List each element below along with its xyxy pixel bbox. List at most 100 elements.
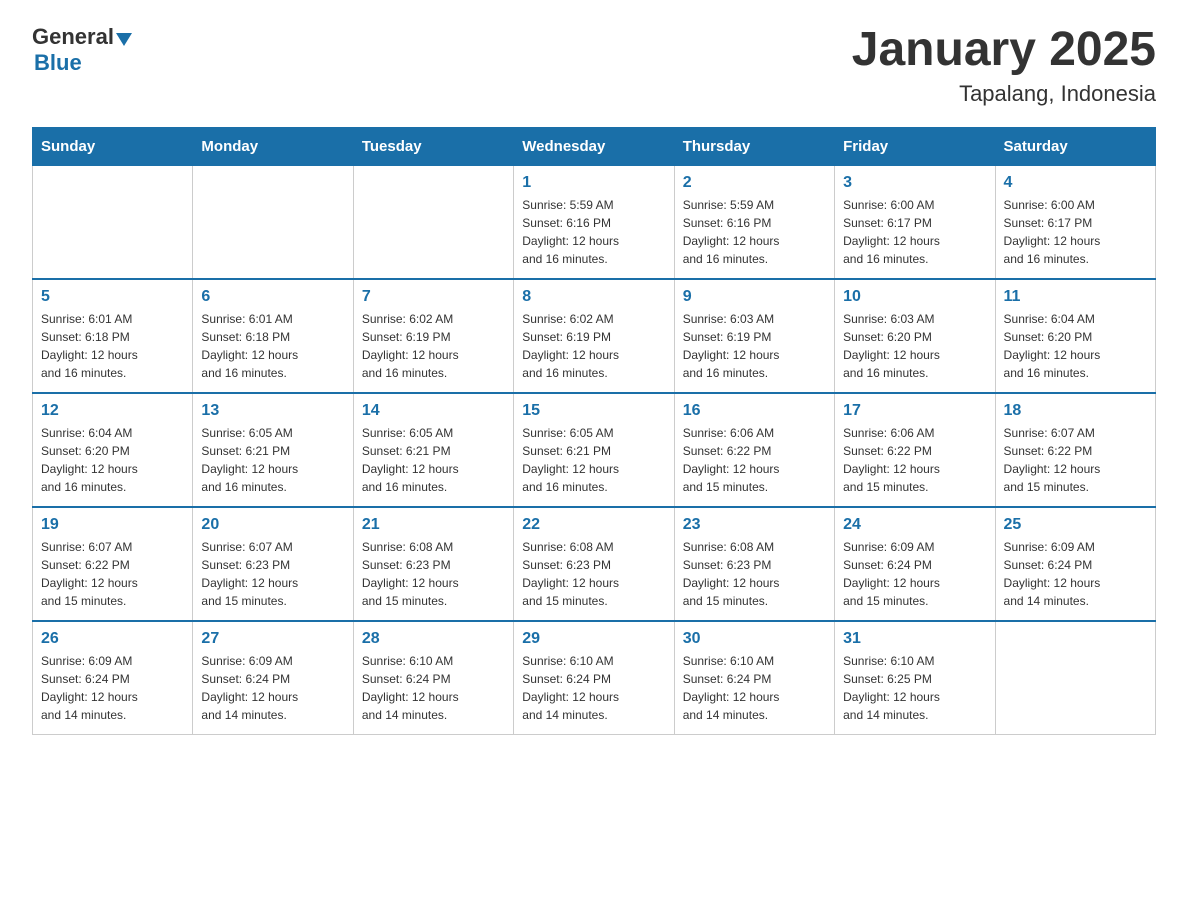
day-number: 1 xyxy=(522,174,665,192)
calendar-day-cell: 20 Sunrise: 6:07 AM Sunset: 6:23 PM Dayli… xyxy=(193,507,353,621)
calendar-week-row: 1 Sunrise: 5:59 AM Sunset: 6:16 PM Daylig… xyxy=(33,165,1156,279)
calendar-subtitle: Tapalang, Indonesia xyxy=(852,81,1156,107)
day-info: Sunrise: 6:00 AM Sunset: 6:17 PM Dayligh… xyxy=(1004,196,1147,268)
logo-arrow-icon xyxy=(116,33,132,46)
day-number: 31 xyxy=(843,630,986,648)
calendar-header: SundayMondayTuesdayWednesdayThursdayFrid… xyxy=(33,127,1156,165)
day-number: 21 xyxy=(362,516,505,534)
day-info: Sunrise: 5:59 AM Sunset: 6:16 PM Dayligh… xyxy=(683,196,826,268)
calendar-day-cell: 27Sunrise: 6:09 AM Sunset: 6:24 PM Dayli… xyxy=(193,621,353,735)
calendar-day-cell: 23 Sunrise: 6:08 AM Sunset: 6:23 PM Dayli… xyxy=(674,507,834,621)
day-info: Sunrise: 6:03 AM Sunset: 6:19 PM Dayligh… xyxy=(683,310,826,382)
day-number: 30 xyxy=(683,630,826,648)
day-number: 20 xyxy=(201,516,344,534)
day-info: Sunrise: 6:07 AM Sunset: 6:22 PM Dayligh… xyxy=(1004,424,1147,496)
day-number: 13 xyxy=(201,402,344,420)
day-info: Sunrise: 6:05 AM Sunset: 6:21 PM Dayligh… xyxy=(522,424,665,496)
day-info: Sunrise: 5:59 AM Sunset: 6:16 PM Dayligh… xyxy=(522,196,665,268)
day-info: Sunrise: 6:01 AM Sunset: 6:18 PM Dayligh… xyxy=(201,310,344,382)
calendar-day-cell: 3 Sunrise: 6:00 AM Sunset: 6:17 PM Daylig… xyxy=(835,165,995,279)
calendar-week-row: 19Sunrise: 6:07 AM Sunset: 6:22 PM Dayli… xyxy=(33,507,1156,621)
calendar-day-cell: 15 Sunrise: 6:05 AM Sunset: 6:21 PM Dayli… xyxy=(514,393,674,507)
day-number: 29 xyxy=(522,630,665,648)
day-info: Sunrise: 6:08 AM Sunset: 6:23 PM Dayligh… xyxy=(362,538,505,610)
day-info: Sunrise: 6:00 AM Sunset: 6:17 PM Dayligh… xyxy=(843,196,986,268)
day-info: Sunrise: 6:01 AM Sunset: 6:18 PM Dayligh… xyxy=(41,310,184,382)
calendar-table: SundayMondayTuesdayWednesdayThursdayFrid… xyxy=(32,127,1156,735)
calendar-body: 1 Sunrise: 5:59 AM Sunset: 6:16 PM Daylig… xyxy=(33,165,1156,734)
calendar-day-cell: 21 Sunrise: 6:08 AM Sunset: 6:23 PM Dayli… xyxy=(353,507,513,621)
day-number: 2 xyxy=(683,174,826,192)
calendar-day-cell xyxy=(353,165,513,279)
calendar-week-row: 5Sunrise: 6:01 AM Sunset: 6:18 PM Daylig… xyxy=(33,279,1156,393)
calendar-day-cell xyxy=(193,165,353,279)
calendar-day-cell: 9 Sunrise: 6:03 AM Sunset: 6:19 PM Daylig… xyxy=(674,279,834,393)
day-info: Sunrise: 6:10 AM Sunset: 6:24 PM Dayligh… xyxy=(683,652,826,724)
day-number: 25 xyxy=(1004,516,1147,534)
calendar-day-cell: 14Sunrise: 6:05 AM Sunset: 6:21 PM Dayli… xyxy=(353,393,513,507)
day-info: Sunrise: 6:09 AM Sunset: 6:24 PM Dayligh… xyxy=(41,652,184,724)
day-number: 15 xyxy=(522,402,665,420)
day-number: 22 xyxy=(522,516,665,534)
day-of-week-header: Wednesday xyxy=(514,127,674,165)
day-info: Sunrise: 6:10 AM Sunset: 6:24 PM Dayligh… xyxy=(522,652,665,724)
calendar-day-cell: 24 Sunrise: 6:09 AM Sunset: 6:24 PM Dayli… xyxy=(835,507,995,621)
calendar-day-cell: 31 Sunrise: 6:10 AM Sunset: 6:25 PM Dayli… xyxy=(835,621,995,735)
calendar-day-cell: 29 Sunrise: 6:10 AM Sunset: 6:24 PM Dayli… xyxy=(514,621,674,735)
day-of-week-header: Sunday xyxy=(33,127,193,165)
day-info: Sunrise: 6:02 AM Sunset: 6:19 PM Dayligh… xyxy=(522,310,665,382)
calendar-day-cell: 12 Sunrise: 6:04 AM Sunset: 6:20 PM Dayli… xyxy=(33,393,193,507)
day-number: 27 xyxy=(201,630,344,648)
calendar-day-cell: 1 Sunrise: 5:59 AM Sunset: 6:16 PM Daylig… xyxy=(514,165,674,279)
day-info: Sunrise: 6:09 AM Sunset: 6:24 PM Dayligh… xyxy=(1004,538,1147,610)
logo-blue-text: Blue xyxy=(34,50,82,75)
day-number: 3 xyxy=(843,174,986,192)
day-of-week-header: Friday xyxy=(835,127,995,165)
calendar-day-cell: 10Sunrise: 6:03 AM Sunset: 6:20 PM Dayli… xyxy=(835,279,995,393)
calendar-day-cell xyxy=(33,165,193,279)
day-number: 26 xyxy=(41,630,184,648)
day-info: Sunrise: 6:08 AM Sunset: 6:23 PM Dayligh… xyxy=(522,538,665,610)
day-number: 8 xyxy=(522,288,665,306)
day-number: 24 xyxy=(843,516,986,534)
calendar-week-row: 12 Sunrise: 6:04 AM Sunset: 6:20 PM Dayli… xyxy=(33,393,1156,507)
day-number: 16 xyxy=(683,402,826,420)
day-info: Sunrise: 6:04 AM Sunset: 6:20 PM Dayligh… xyxy=(41,424,184,496)
calendar-day-cell: 18 Sunrise: 6:07 AM Sunset: 6:22 PM Dayli… xyxy=(995,393,1155,507)
day-number: 18 xyxy=(1004,402,1147,420)
day-of-week-header: Saturday xyxy=(995,127,1155,165)
day-info: Sunrise: 6:09 AM Sunset: 6:24 PM Dayligh… xyxy=(843,538,986,610)
calendar-day-cell: 28Sunrise: 6:10 AM Sunset: 6:24 PM Dayli… xyxy=(353,621,513,735)
days-of-week-row: SundayMondayTuesdayWednesdayThursdayFrid… xyxy=(33,127,1156,165)
day-number: 12 xyxy=(41,402,184,420)
day-number: 4 xyxy=(1004,174,1147,192)
calendar-day-cell: 25 Sunrise: 6:09 AM Sunset: 6:24 PM Dayli… xyxy=(995,507,1155,621)
day-info: Sunrise: 6:07 AM Sunset: 6:23 PM Dayligh… xyxy=(201,538,344,610)
day-info: Sunrise: 6:02 AM Sunset: 6:19 PM Dayligh… xyxy=(362,310,505,382)
day-number: 10 xyxy=(843,288,986,306)
calendar-day-cell: 17Sunrise: 6:06 AM Sunset: 6:22 PM Dayli… xyxy=(835,393,995,507)
calendar-day-cell: 8 Sunrise: 6:02 AM Sunset: 6:19 PM Daylig… xyxy=(514,279,674,393)
day-number: 11 xyxy=(1004,288,1147,306)
day-number: 17 xyxy=(843,402,986,420)
day-of-week-header: Tuesday xyxy=(353,127,513,165)
day-info: Sunrise: 6:08 AM Sunset: 6:23 PM Dayligh… xyxy=(683,538,826,610)
calendar-day-cell: 11Sunrise: 6:04 AM Sunset: 6:20 PM Dayli… xyxy=(995,279,1155,393)
calendar-day-cell: 19Sunrise: 6:07 AM Sunset: 6:22 PM Dayli… xyxy=(33,507,193,621)
day-number: 7 xyxy=(362,288,505,306)
calendar-title-block: January 2025 Tapalang, Indonesia xyxy=(852,24,1156,107)
day-number: 19 xyxy=(41,516,184,534)
day-number: 23 xyxy=(683,516,826,534)
calendar-day-cell: 6Sunrise: 6:01 AM Sunset: 6:18 PM Daylig… xyxy=(193,279,353,393)
day-of-week-header: Thursday xyxy=(674,127,834,165)
calendar-day-cell: 4 Sunrise: 6:00 AM Sunset: 6:17 PM Daylig… xyxy=(995,165,1155,279)
day-number: 9 xyxy=(683,288,826,306)
day-info: Sunrise: 6:10 AM Sunset: 6:25 PM Dayligh… xyxy=(843,652,986,724)
day-of-week-header: Monday xyxy=(193,127,353,165)
day-info: Sunrise: 6:10 AM Sunset: 6:24 PM Dayligh… xyxy=(362,652,505,724)
day-number: 14 xyxy=(362,402,505,420)
logo: General Blue xyxy=(32,24,132,76)
calendar-day-cell: 7 Sunrise: 6:02 AM Sunset: 6:19 PM Daylig… xyxy=(353,279,513,393)
page-header: General Blue January 2025 Tapalang, Indo… xyxy=(32,24,1156,107)
day-info: Sunrise: 6:06 AM Sunset: 6:22 PM Dayligh… xyxy=(683,424,826,496)
